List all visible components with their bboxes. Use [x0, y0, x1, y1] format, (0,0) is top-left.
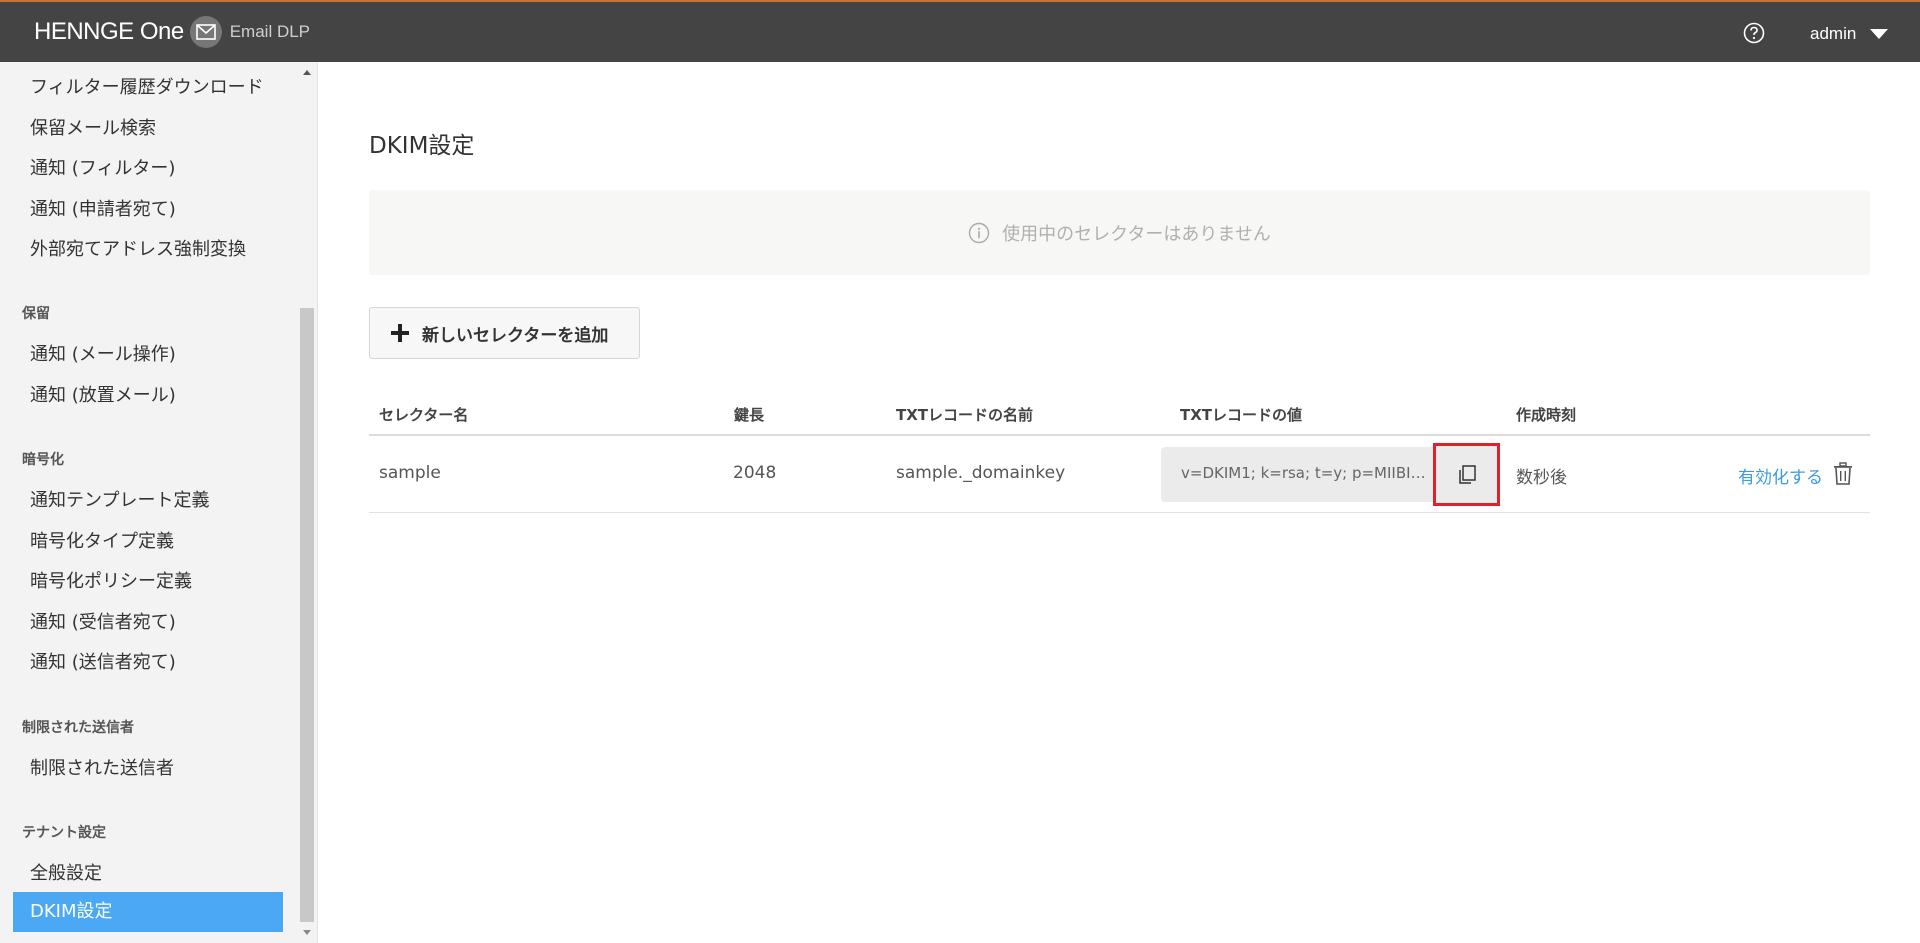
trash-icon[interactable] [1832, 462, 1854, 486]
txt-record-value-text: v=DKIM1; k=rsa; t=y; p=MIIBIjANBgkqhkiG9… [1181, 464, 1428, 482]
copy-button[interactable] [1433, 443, 1500, 506]
sidebar-item-general-settings[interactable]: 全般設定 [30, 859, 102, 885]
plus-icon [390, 323, 410, 343]
empty-state-banner: 使用中のセレクターはありません [369, 190, 1870, 275]
sidebar-section-encryption: 暗号化 [22, 452, 64, 468]
chevron-down-icon [1870, 29, 1889, 39]
help-icon[interactable] [1743, 22, 1765, 44]
sidebar-item-notify-sender[interactable]: 通知 (送信者宛て) [30, 648, 176, 674]
user-name: admin [1810, 24, 1857, 43]
mail-icon [189, 16, 222, 48]
copy-icon [1458, 464, 1476, 484]
page-title: DKIM設定 [369, 133, 475, 159]
sidebar-item-dkim-settings[interactable]: DKIM設定 [13, 892, 283, 932]
top-header: HENNGE One Email DLP admin [0, 0, 1920, 62]
logo-text: HENNGE One [34, 18, 184, 45]
sidebar-item-held-mail-search[interactable]: 保留メール検索 [30, 114, 156, 140]
enable-link[interactable]: 有効化する [1738, 463, 1823, 488]
sidebar-item-notify-recipient[interactable]: 通知 (受信者宛て) [30, 608, 176, 634]
sidebar-item-encryption-type[interactable]: 暗号化タイプ定義 [30, 527, 174, 553]
cell-selector-name: sample [379, 463, 441, 483]
sidebar-item-notification-template[interactable]: 通知テンプレート定義 [30, 486, 209, 512]
column-header-created-time: 作成時刻 [1516, 406, 1577, 424]
sidebar-item-notify-mail-operation[interactable]: 通知 (メール操作) [30, 340, 176, 366]
cell-key-length: 2048 [733, 463, 777, 483]
cell-txt-record-name: sample._domainkey [896, 463, 1066, 483]
sidebar-section-tenant-settings: テナント設定 [22, 825, 106, 841]
sidebar-item-notify-applicant[interactable]: 通知 (申請者宛て) [30, 195, 176, 221]
sidebar-scrollbar[interactable] [298, 62, 316, 943]
empty-state-message: 使用中のセレクターはありません [1002, 223, 1271, 245]
sidebar-item-restricted-senders[interactable]: 制限された送信者 [30, 754, 174, 780]
sidebar-item-encryption-policy[interactable]: 暗号化ポリシー定義 [30, 567, 192, 593]
sidebar-section-hold: 保留 [22, 306, 50, 322]
product-name: Email DLP [229, 22, 311, 41]
sidebar-item-filter-history-download[interactable]: フィルター履歴ダウンロード [30, 73, 264, 99]
sidebar-item-external-address-conversion[interactable]: 外部宛てアドレス強制変換 [30, 235, 246, 261]
table-row-divider [369, 512, 1870, 513]
sidebar-item-notify-idle-mail[interactable]: 通知 (放置メール) [30, 381, 176, 407]
cell-created-time: 数秒後 [1516, 468, 1567, 488]
table-header-divider [369, 434, 1870, 436]
app-logo[interactable]: HENNGE One Email DLP [34, 16, 310, 48]
info-icon [968, 222, 990, 244]
column-header-selector-name: セレクター名 [379, 406, 469, 424]
column-header-key-length: 鍵長 [734, 406, 765, 424]
sidebar: フィルター履歴ダウンロード 保留メール検索 通知 (フィルター) 通知 (申請者… [0, 62, 318, 943]
column-header-txt-record-name: TXTレコードの名前 [896, 406, 1034, 424]
scroll-up-arrow-icon[interactable] [303, 70, 311, 75]
user-menu[interactable]: admin [1810, 22, 1889, 46]
scroll-down-arrow-icon[interactable] [303, 930, 311, 935]
sidebar-section-restricted-senders: 制限された送信者 [22, 720, 134, 736]
add-selector-button[interactable]: 新しいセレクターを追加 [369, 307, 640, 359]
add-selector-label: 新しいセレクターを追加 [422, 325, 609, 346]
column-header-txt-record-value: TXTレコードの値 [1180, 406, 1303, 424]
txt-record-value-field[interactable]: v=DKIM1; k=rsa; t=y; p=MIIBIjANBgkqhkiG9… [1161, 447, 1434, 502]
scroll-thumb[interactable] [300, 308, 314, 922]
sidebar-item-notify-filter[interactable]: 通知 (フィルター) [30, 154, 175, 180]
